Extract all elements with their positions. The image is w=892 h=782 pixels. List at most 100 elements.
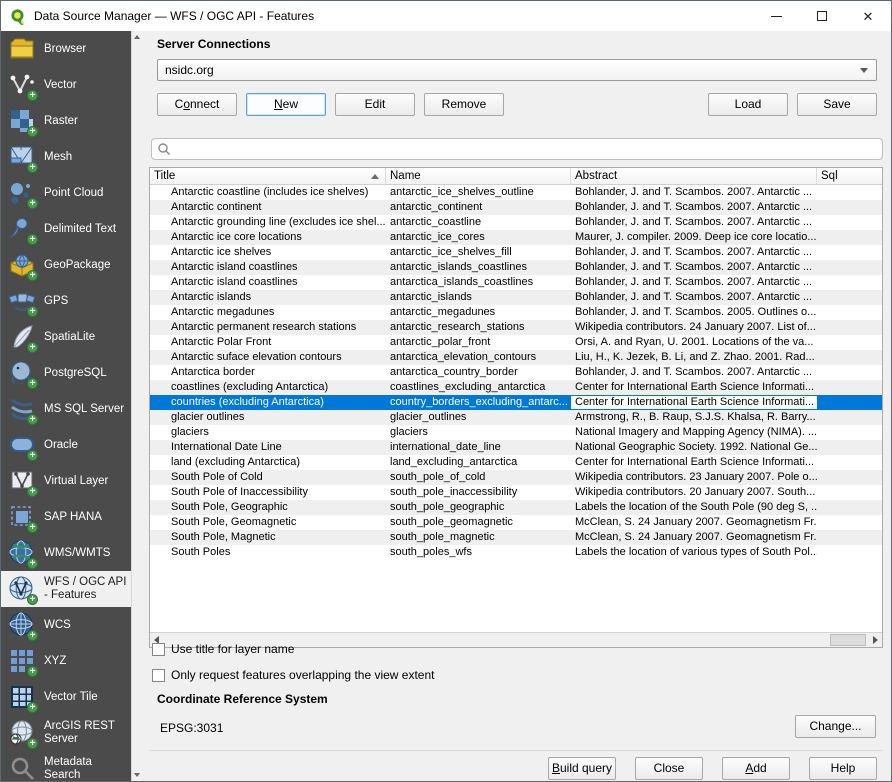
sidebar-item-raster[interactable]: +Raster — [1, 103, 131, 139]
column-header-name[interactable]: Name — [386, 168, 571, 184]
table-row[interactable]: Antarctic suface elevation contoursantar… — [150, 350, 882, 365]
sidebar-item-vector-tile[interactable]: +Vector Tile — [1, 679, 131, 715]
sidebar-item-oracle[interactable]: +Oracle — [1, 427, 131, 463]
new-button[interactable]: New — [246, 93, 326, 116]
table-row[interactable]: countries (excluding Antarctica)country_… — [150, 395, 882, 410]
sidebar-item-mesh[interactable]: +Mesh — [1, 139, 131, 175]
filter-search-box[interactable] — [151, 138, 883, 160]
sidebar-item-metadata-search[interactable]: Metadata Search — [1, 751, 131, 781]
wfs-icon: + — [7, 574, 37, 604]
scroll-up-icon[interactable] — [134, 35, 140, 39]
cell-sql — [817, 425, 882, 440]
table-row[interactable]: Antarctic Polar Frontantarctic_polar_fro… — [150, 335, 882, 350]
column-header-sql[interactable]: Sql — [817, 168, 882, 184]
sidebar-item-geopackage[interactable]: +GeoPackage — [1, 247, 131, 283]
search-input[interactable] — [171, 140, 882, 158]
sidebar-item-wms-wmts[interactable]: +WMS/WMTS — [1, 535, 131, 571]
column-header-title[interactable]: Title — [150, 168, 386, 184]
table-row[interactable]: Antarctic permanent research stationsant… — [150, 320, 882, 335]
add-button[interactable]: Add — [722, 757, 790, 780]
sidebar-item-browser[interactable]: Browser — [1, 31, 131, 67]
table-row[interactable]: South Pole of Coldsouth_pole_of_coldWiki… — [150, 470, 882, 485]
build-query-button[interactable]: Build query — [548, 757, 616, 780]
overlap-checkbox[interactable] — [152, 669, 165, 682]
sidebar-item-point-cloud[interactable]: +Point Cloud — [1, 175, 131, 211]
table-row[interactable]: land (excluding Antarctica)land_excludin… — [150, 455, 882, 470]
table-row[interactable]: Antarctic continentantarctic_continentBo… — [150, 200, 882, 215]
table-row[interactable]: South Pole, Magneticsouth_pole_magneticM… — [150, 530, 882, 545]
sidebar-item-vector[interactable]: +Vector — [1, 67, 131, 103]
close-dialog-button[interactable]: Close — [635, 757, 703, 780]
sidebar-item-xyz[interactable]: +XYZ — [1, 643, 131, 679]
maximize-button[interactable] — [799, 1, 845, 31]
load-button[interactable]: Load — [708, 93, 788, 116]
scroll-down-icon[interactable] — [134, 773, 140, 777]
table-row[interactable]: South Pole, Geographicsouth_pole_geograp… — [150, 500, 882, 515]
close-icon: ✕ — [863, 10, 874, 23]
cell-sql — [817, 395, 882, 410]
table-row[interactable]: glacier outlinesglacier_outlinesArmstron… — [150, 410, 882, 425]
cell-name: south_pole_of_cold — [386, 470, 571, 485]
close-button[interactable]: ✕ — [845, 1, 891, 31]
table-row[interactable]: Antarctic island coastlinesantarctic_isl… — [150, 260, 882, 275]
table-row[interactable]: South Pole of Inaccessibilitysouth_pole_… — [150, 485, 882, 500]
table-row[interactable]: International Date Lineinternational_dat… — [150, 440, 882, 455]
cell-abstract: McClean, S. 24 January 2007. Geomagnetis… — [571, 515, 817, 530]
table-row[interactable]: Antarctica borderantarctica_country_bord… — [150, 365, 882, 380]
sidebar-item-delimited-text[interactable]: +Delimited Text — [1, 211, 131, 247]
connection-selected-value: nsidc.org — [158, 63, 214, 77]
sidebar-item-label: MS SQL Server — [44, 403, 124, 416]
use-title-checkbox-row: Use title for layer name — [152, 642, 294, 656]
crs-heading: Coordinate Reference System — [157, 692, 328, 706]
sidebar-item-mssql[interactable]: +MS SQL Server — [1, 391, 131, 427]
table-row[interactable]: South Pole, Geomagneticsouth_pole_geomag… — [150, 515, 882, 530]
scrollbar-thumb[interactable] — [830, 634, 866, 646]
table-row[interactable]: Antarctic megadunesantarctic_megadunesBo… — [150, 305, 882, 320]
use-title-checkbox[interactable] — [152, 643, 165, 656]
table-row[interactable]: Antarctic grounding line (excludes ice s… — [150, 215, 882, 230]
help-button[interactable]: Help — [809, 757, 877, 780]
sidebar-item-gps[interactable]: +GPS — [1, 283, 131, 319]
scroll-right-icon[interactable] — [873, 636, 878, 644]
add-plus-badge-icon: + — [27, 486, 38, 497]
connect-button[interactable]: Connect — [157, 93, 237, 116]
column-header-abstract[interactable]: Abstract — [571, 168, 817, 184]
cell-sql — [817, 365, 882, 380]
sidebar-scrollbar[interactable] — [131, 31, 141, 781]
connection-select[interactable]: nsidc.org — [157, 59, 877, 81]
remove-button[interactable]: Remove — [424, 93, 504, 116]
cell-abstract: National Imagery and Mapping Agency (NIM… — [571, 425, 817, 440]
sidebar-item-sap-hana[interactable]: +SAP HANA — [1, 499, 131, 535]
sidebar-item-spatialite[interactable]: +SpatiaLite — [1, 319, 131, 355]
browser-icon — [7, 34, 37, 64]
cell-name: antarctic_megadunes — [386, 305, 571, 320]
sidebar-item-wfs[interactable]: +WFS / OGC API - Features — [1, 571, 131, 607]
sidebar-item-postgresql[interactable]: +PostgreSQL — [1, 355, 131, 391]
save-button[interactable]: Save — [797, 93, 877, 116]
vector-tile-icon: + — [7, 682, 37, 712]
table-row[interactable]: Antarctic island coastlinesantarctica_is… — [150, 275, 882, 290]
cell-title: South Poles — [150, 545, 386, 560]
cell-name: country_borders_excluding_antarc... — [386, 395, 571, 410]
table-row[interactable]: Antarctic islandsantarctic_islandsBohlan… — [150, 290, 882, 305]
sidebar-item-virtual-layer[interactable]: +Virtual Layer — [1, 463, 131, 499]
table-row[interactable]: Antarctic ice shelvesantarctic_ice_shelv… — [150, 245, 882, 260]
table-row[interactable]: Antarctic coastline (includes ice shelve… — [150, 185, 882, 200]
crs-change-button[interactable]: Change... — [795, 715, 876, 738]
table-row[interactable]: Antarctic ice core locationsantarctic_ic… — [150, 230, 882, 245]
table-row[interactable]: glaciersglaciersNational Imagery and Map… — [150, 425, 882, 440]
sidebar-item-wcs[interactable]: +WCS — [1, 607, 131, 643]
sidebar-item-arcgis-rest[interactable]: +ArcGIS REST Server — [1, 715, 131, 751]
maximize-icon — [817, 11, 827, 21]
cell-title: Antarctica border — [150, 365, 386, 380]
point-cloud-icon: + — [7, 178, 37, 208]
table-row[interactable]: coastlines (excluding Antarctica)coastli… — [150, 380, 882, 395]
sidebar-item-label: SAP HANA — [44, 511, 102, 524]
cell-name: south_pole_geomagnetic — [386, 515, 571, 530]
spatialite-icon: + — [7, 322, 37, 352]
cell-name: south_poles_wfs — [386, 545, 571, 560]
table-row[interactable]: South Polessouth_poles_wfsLabels the loc… — [150, 545, 882, 560]
cell-abstract: Bohlander, J. and T. Scambos. 2007. Anta… — [571, 245, 817, 260]
minimize-button[interactable] — [753, 1, 799, 31]
edit-button[interactable]: Edit — [335, 93, 415, 116]
